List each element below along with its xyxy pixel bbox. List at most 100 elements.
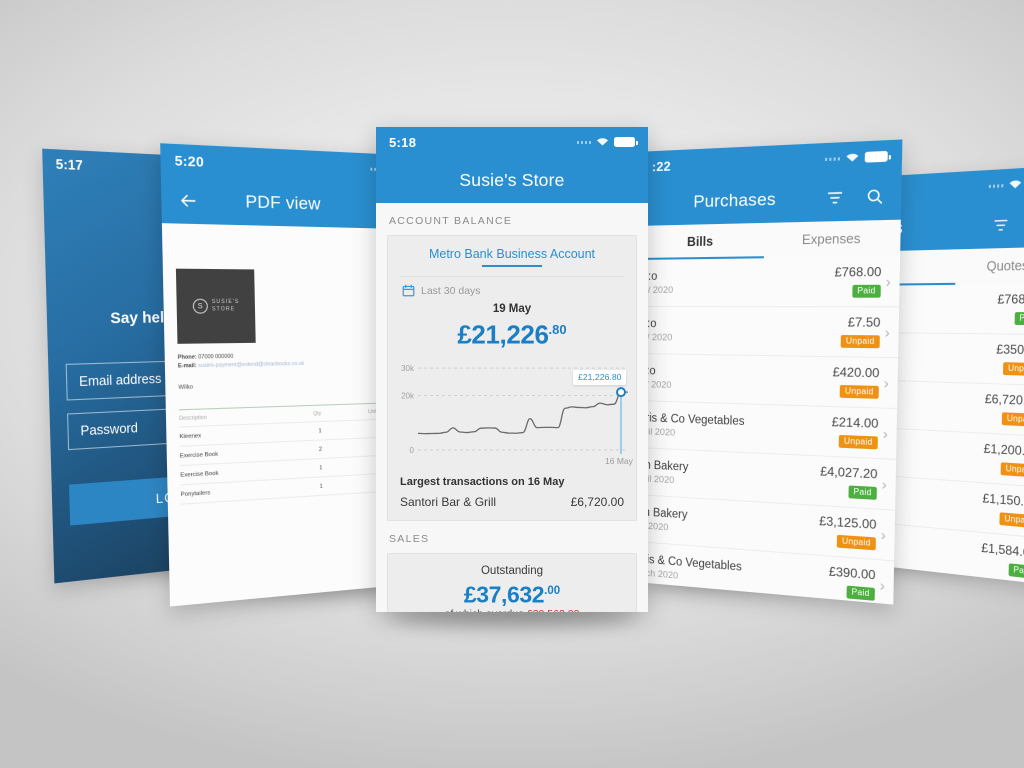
list-item-amount: £1,200.00 [983, 441, 1024, 460]
purchases-app-bar: Purchases [638, 171, 902, 226]
status-badge: Paid [851, 284, 882, 298]
balance-chart[interactable]: 0 20k 30k £21,226.80 16 May [396, 352, 633, 470]
sales-overdue: of which overdue £30,562.00 [398, 608, 626, 612]
logo-text-line2: STORE [211, 306, 236, 313]
dashboard-content[interactable]: ACCOUNT BALANCE Metro Bank Business Acco… [376, 203, 648, 612]
chart-line-balance [417, 391, 628, 434]
sales-amount-main: £37,632 [463, 581, 545, 608]
list-item-values: £3,125.00 Unpaid [819, 513, 877, 551]
list-item-amount: £768.00 [997, 291, 1024, 307]
back-arrow-icon[interactable] [174, 187, 200, 214]
signal-icon [824, 156, 841, 161]
pdf-view-phone: 5:20 PDF view In Da Bill N S SUSIE'S [160, 143, 405, 607]
list-item-info: ris & Co Vegetables rch 2020 [643, 553, 829, 594]
chart-highlight-point[interactable] [616, 386, 626, 397]
list-item-name: :o [647, 270, 658, 283]
page-title: Purchases [693, 189, 777, 212]
list-item-amount: £214.00 [831, 414, 879, 432]
status-badge: Unpaid [1000, 461, 1024, 478]
list-item-info: h Bakery ril 2020 [644, 459, 820, 494]
signal-icon [576, 140, 591, 144]
list-item-date: / 2020 [646, 378, 672, 391]
status-icons [988, 177, 1024, 191]
chevron-right-icon: › [880, 525, 886, 544]
list-item-values: £1,150.00 Unpaid [982, 491, 1024, 530]
battery-icon [614, 137, 638, 147]
status-badge: Unpaid [836, 534, 877, 550]
chart-y-tick-label: 30k [401, 364, 415, 373]
status-icons [824, 150, 888, 164]
list-item-amount: £4,027.20 [819, 463, 878, 482]
status-badge: Unpaid [838, 434, 879, 449]
status-icons [576, 137, 638, 147]
list-item-values: £390.00 Paid [828, 563, 876, 602]
status-badge: Paid [1008, 562, 1024, 579]
tab-bills[interactable]: Bills [638, 223, 765, 260]
account-balance-label: ACCOUNT BALANCE [389, 215, 513, 227]
pdf-recipient: Wilko [178, 384, 194, 392]
chevron-right-icon: › [883, 374, 889, 392]
list-item-values: £4,027.20 Paid [820, 464, 878, 501]
status-time: :22 [651, 157, 672, 174]
chart-tooltip: £21,226.80 [573, 369, 627, 385]
sales-card[interactable]: Outstanding £37,632.00 of which overdue … [387, 552, 637, 612]
page-title: PDF view [245, 191, 321, 214]
status-badge: Unpaid [839, 384, 880, 399]
cell-qty: 1 [297, 476, 323, 497]
search-icon[interactable] [862, 183, 889, 210]
balance-amount-cents: .80 [548, 322, 567, 337]
account-name-underline [482, 265, 542, 267]
date-range-selector[interactable]: Last 30 days [388, 277, 636, 299]
list-item-name: :o [647, 317, 657, 330]
list-item-amount: £6,720.00 [984, 391, 1024, 409]
list-item-info: :o/ 2020 [646, 365, 833, 395]
list-item-values: £420.00 Unpaid [832, 365, 880, 400]
wifi-icon [596, 138, 609, 146]
logo-mark: S [192, 298, 208, 314]
purchases-list[interactable]: :o/ 2020 £768.00 Paid ›:o/ 2020 £7.50 Unpaid ›… [632, 256, 901, 605]
company-logo: S SUSIE'S STORE [175, 268, 256, 344]
pdf-contact-block: Phone: 07000 000000 E-mail: susies-payme… [178, 350, 389, 370]
list-item[interactable]: :o/ 2020 £420.00 Unpaid › [635, 354, 899, 410]
list-item-values: £6,720.00 Unpaid [984, 391, 1024, 428]
purchases-screen-phone: :22 Purchases Bills Expenses :o/ 2020 £7… [632, 139, 903, 605]
purchases-tabs: Bills Expenses [637, 219, 901, 260]
list-item[interactable]: :o/ 2020 £7.50 Unpaid › [636, 306, 900, 359]
largest-transactions-label: Largest transactions on 16 May [400, 475, 565, 488]
list-item-name: lesaleOrders.com [642, 600, 817, 604]
sales-label: SALES [389, 532, 430, 545]
sales-amount-cents: .00 [544, 584, 561, 597]
list-item-amount: £1,584.00 [981, 540, 1024, 561]
pdf-document-page[interactable]: In Da Bill N S SUSIE'S STORE Phone: 0700… [161, 223, 405, 607]
list-item-info: :o/ 2020 [647, 269, 835, 295]
list-item-date: / 2020 [646, 331, 673, 343]
email-field-placeholder: Email address [78, 371, 162, 390]
cell-qty: 1 [296, 458, 323, 479]
page-title: Susie's Store [459, 169, 565, 190]
status-badge: Unpaid [840, 334, 881, 348]
filter-icon[interactable] [988, 211, 1013, 237]
list-item-info: :o/ 2020 [647, 318, 841, 346]
status-badge: Paid [845, 585, 876, 601]
wifi-icon [846, 153, 859, 162]
account-name[interactable]: Metro Bank Business Account [388, 236, 636, 264]
pdf-email-value: susies-payment@extend@cleanbooks.co.uk [198, 360, 305, 370]
chevron-right-icon: › [885, 272, 891, 291]
pdf-phone-label: Phone: [177, 354, 197, 361]
status-badge: Unpaid [999, 511, 1024, 528]
sales-outstanding-label: Outstanding [480, 564, 543, 577]
chevron-right-icon: › [881, 475, 887, 493]
showcase-stage: 5:17 Say hello to c Email address Passwo… [0, 0, 1024, 768]
list-item[interactable]: :o/ 2020 £768.00 Paid › [637, 256, 901, 308]
tab-quotes[interactable]: Quotes [955, 247, 1024, 285]
list-item-amount: £390.00 [828, 563, 876, 583]
account-balance-card[interactable]: Metro Bank Business Account Last 30 days… [387, 235, 637, 521]
chart-y-tick-label: 20k [401, 391, 415, 400]
list-item-values: £1,584.00 Paid [981, 540, 1024, 580]
calendar-icon [402, 284, 415, 297]
status-badge: Unpaid [1002, 361, 1024, 376]
filter-icon[interactable] [822, 185, 848, 211]
transaction-amount: £6,720.00 [570, 494, 624, 509]
transaction-row[interactable]: Santori Bar & Grill £6,720.00 [388, 488, 636, 520]
tab-expenses[interactable]: Expenses [764, 220, 901, 259]
